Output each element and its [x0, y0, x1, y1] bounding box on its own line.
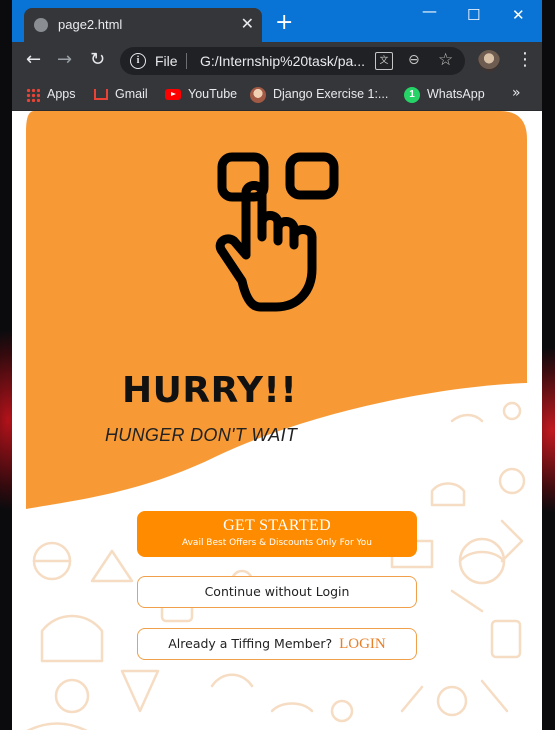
member-login-button[interactable]: Already a Tiffing Member? LOGIN — [137, 628, 417, 660]
member-prompt-text: Already a Tiffing Member? — [168, 636, 333, 651]
browser-tab[interactable]: page2.html ✕ — [24, 8, 262, 42]
whatsapp-icon: 1 — [404, 86, 420, 103]
continue-without-login-button[interactable]: Continue without Login — [137, 576, 417, 608]
tab-title: page2.html — [58, 17, 123, 32]
new-tab-button[interactable]: + — [275, 12, 293, 34]
bookmark-label: Gmail — [115, 87, 148, 101]
reload-icon[interactable]: ↻ — [90, 50, 105, 70]
bookmark-label: Apps — [47, 87, 76, 101]
title-bar: page2.html ✕ + — ☐ ✕ — [12, 0, 542, 42]
bookmark-label: Django Exercise 1:... — [273, 87, 389, 101]
omnibox-divider — [186, 53, 187, 69]
bookmarks-bar: Apps Gmail YouTube Django Exercise 1:...… — [12, 80, 542, 111]
bookmark-label: WhatsApp — [427, 87, 485, 101]
bookmark-gmail[interactable]: Gmail — [94, 86, 148, 102]
apps-grid-icon — [26, 87, 40, 102]
site-info-icon[interactable]: i — [130, 53, 146, 69]
bookmark-star-icon[interactable]: ☆ — [438, 50, 453, 70]
bookmark-youtube[interactable]: YouTube — [165, 86, 237, 102]
gmail-icon — [94, 89, 108, 101]
globe-icon — [34, 18, 48, 32]
bookmark-label: YouTube — [188, 87, 238, 101]
bookmark-apps[interactable]: Apps — [26, 86, 76, 102]
profile-avatar[interactable] — [478, 50, 500, 72]
tap-gesture-icon — [215, 152, 339, 312]
django-avatar-icon — [250, 86, 266, 103]
bookmark-whatsapp[interactable]: 1 WhatsApp — [404, 86, 485, 103]
more-bookmarks-icon[interactable]: » — [512, 85, 521, 101]
maximize-icon[interactable]: ☐ — [467, 6, 480, 24]
url-text[interactable]: G:/Internship%20task/pa... — [200, 53, 365, 69]
url-scheme-label: File — [155, 53, 178, 69]
youtube-icon — [165, 89, 181, 101]
minimize-icon[interactable]: — — [422, 2, 437, 20]
get-started-button[interactable]: GET STARTED Avail Best Offers & Discount… — [137, 511, 417, 557]
address-bar[interactable]: i File G:/Internship%20task/pa... 文 ⊖ ☆ — [120, 47, 465, 75]
get-started-subtitle: Avail Best Offers & Discounts Only For Y… — [181, 538, 373, 548]
get-started-label: GET STARTED — [223, 517, 331, 534]
kebab-menu-icon[interactable]: ⋮ — [516, 50, 534, 70]
login-link[interactable]: LOGIN — [339, 636, 386, 652]
browser-toolbar: ← → ↻ i File G:/Internship%20task/pa... … — [12, 42, 542, 80]
zoom-icon[interactable]: ⊖ — [408, 52, 420, 68]
window-close-icon[interactable]: ✕ — [512, 6, 525, 24]
page-headline: HURRY!! — [122, 370, 298, 411]
browser-window: page2.html ✕ + — ☐ ✕ ← → ↻ i File G:/Int… — [12, 0, 542, 730]
back-arrow-icon[interactable]: ← — [26, 50, 41, 70]
translate-icon[interactable]: 文 — [375, 52, 393, 70]
bookmark-django[interactable]: Django Exercise 1:... — [250, 86, 388, 103]
forward-arrow-icon[interactable]: → — [57, 50, 72, 70]
close-tab-icon[interactable]: ✕ — [241, 14, 254, 34]
page-viewport: HURRY!! HUNGER DON'T WAIT GET STARTED Av… — [12, 111, 542, 730]
page-tagline: HUNGER DON'T WAIT — [105, 425, 298, 445]
